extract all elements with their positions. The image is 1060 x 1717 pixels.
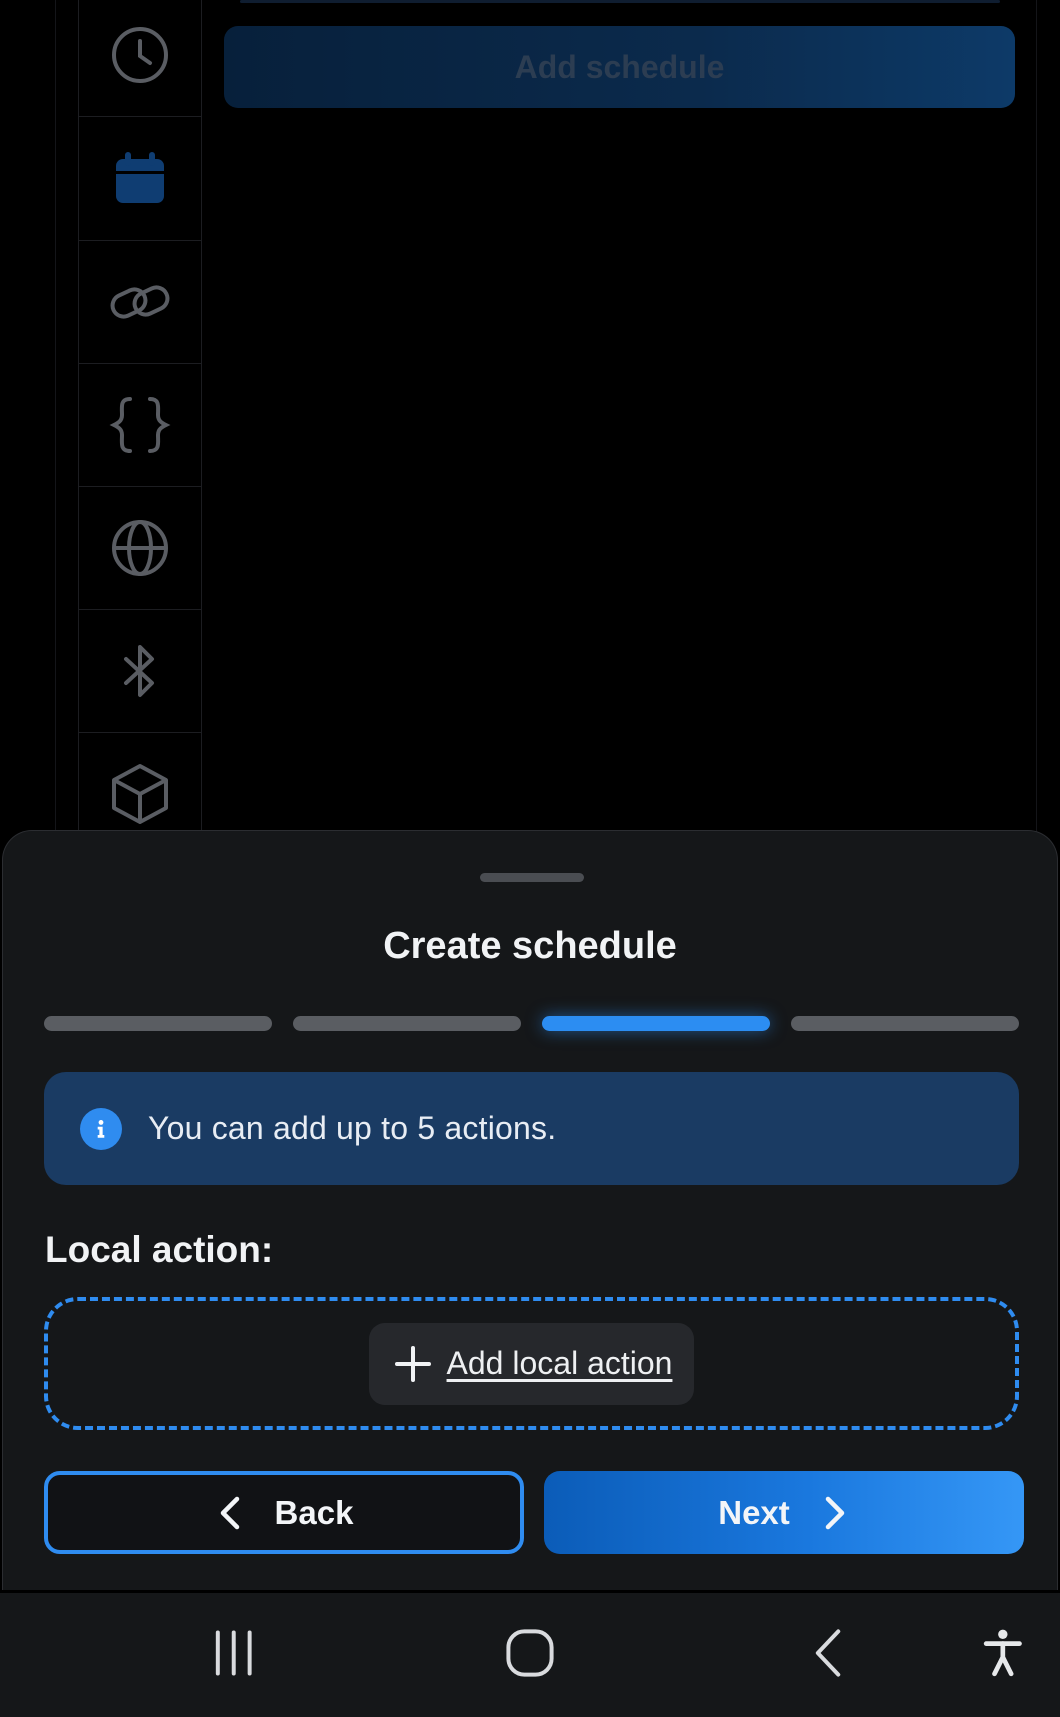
sidebar-item-bluetooth[interactable] — [79, 610, 201, 733]
plus-icon — [394, 1345, 431, 1382]
add-local-action-label: Add local action — [446, 1345, 673, 1381]
chevron-right-icon — [825, 1496, 845, 1529]
globe-icon — [112, 520, 168, 576]
sidebar-item-clock[interactable] — [79, 0, 201, 117]
local-action-dropzone: Add local action — [44, 1297, 1019, 1430]
back-nav-button[interactable] — [808, 1623, 848, 1683]
recents-icon — [216, 1630, 252, 1676]
info-banner: You can add up to 5 actions. — [44, 1072, 1019, 1185]
sidebar-item-scripts[interactable] — [79, 364, 201, 487]
back-icon — [815, 1629, 841, 1677]
info-text: You can add up to 5 actions. — [148, 1110, 557, 1146]
back-label: Back — [274, 1493, 354, 1531]
create-schedule-sheet: Create schedule You can add up to 5 acti… — [2, 830, 1058, 1590]
sidebar-item-calendar[interactable] — [79, 118, 201, 241]
next-button[interactable]: Next — [544, 1471, 1024, 1554]
home-button[interactable] — [505, 1623, 555, 1683]
accessibility-icon — [983, 1629, 1023, 1677]
step-3-current — [542, 1016, 770, 1031]
braces-icon — [109, 397, 171, 453]
step-progress — [44, 1016, 1019, 1032]
recents-button[interactable] — [206, 1623, 262, 1683]
sheet-title: Create schedule — [383, 925, 677, 967]
add-local-action-button[interactable]: Add local action — [368, 1322, 695, 1405]
sidebar-item-links[interactable] — [79, 241, 201, 364]
local-action-label: Local action: — [45, 1229, 274, 1270]
link-icon — [110, 285, 170, 319]
sheet-drag-handle[interactable] — [480, 873, 584, 882]
next-label: Next — [718, 1493, 790, 1531]
cube-icon — [112, 764, 168, 824]
add-schedule-button[interactable]: Add schedule — [224, 26, 1015, 108]
clock-icon — [112, 27, 168, 83]
home-icon — [506, 1629, 554, 1677]
step-1 — [44, 1016, 272, 1031]
background-app: Add schedule — [0, 0, 1060, 860]
step-2 — [293, 1016, 521, 1031]
sidebar-item-network[interactable] — [79, 487, 201, 610]
system-navigation-bar — [0, 1593, 1060, 1717]
step-4 — [791, 1016, 1019, 1031]
background-sidebar — [78, 0, 202, 860]
chevron-left-icon — [220, 1496, 239, 1529]
calendar-icon — [116, 152, 164, 203]
back-button[interactable]: Back — [44, 1471, 524, 1554]
accessibility-button[interactable] — [980, 1623, 1026, 1683]
background-divider — [240, 0, 1000, 3]
background-frame — [55, 0, 1037, 860]
bluetooth-icon — [124, 645, 154, 697]
add-schedule-label: Add schedule — [514, 48, 725, 85]
info-icon — [80, 1107, 122, 1150]
